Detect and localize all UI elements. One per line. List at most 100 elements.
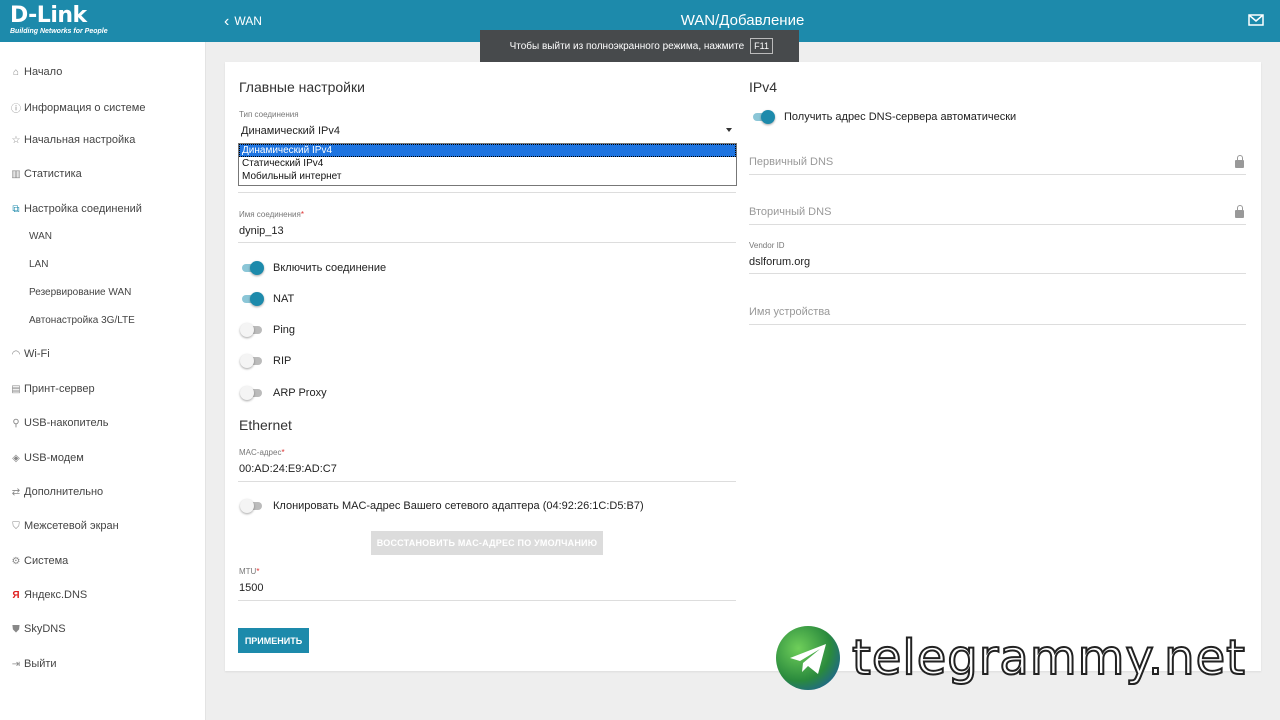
apply-button[interactable]: ПРИМЕНИТЬ [238,628,309,653]
device-name-input[interactable]: Имя устройства [749,306,830,318]
ping-label: Ping [273,324,296,336]
firewall-icon: ⛉ [12,520,20,532]
mac-label-text: MAC-адрес [239,448,282,457]
sidebar-item-usb-modem[interactable]: ◈ USB-модем [10,452,84,464]
enable-connection-toggle[interactable] [240,261,264,275]
conn-type-dropdown: Динамический IPv4 Статический IPv4 Мобил… [238,143,737,186]
enable-connection-label: Включить соединение [273,262,387,274]
sidebar-item-label: Статистика [24,168,82,180]
mac-input[interactable]: 00:AD:24:E9:AD:C7 [239,463,337,475]
conn-name-label-text: Имя соединения [239,210,301,219]
wifi-icon: ◠ [11,348,21,360]
conn-name-input[interactable]: dynip_13 [239,225,284,237]
divider [749,174,1246,175]
sidebar-item-initial-setup[interactable]: ☆ Начальная настройка [10,134,136,146]
secondary-dns-input[interactable]: Вторичный DNS [749,206,831,218]
sidebar-item-yandex-dns[interactable]: Я Яндекс.DNS [10,589,87,601]
sidebar-item-firewall[interactable]: ⛉ Межсетевой экран [10,520,119,532]
info-icon: ⓘ [11,104,21,115]
usb-icon: ⚲ [12,417,20,429]
sidebar-item-system[interactable]: ⚙ Система [10,555,69,567]
sidebar-subitem-lan[interactable]: LAN [29,259,48,270]
divider [749,324,1246,325]
mail-icon[interactable] [1248,13,1264,31]
nat-toggle[interactable] [240,292,264,306]
vendor-id-label: Vendor ID [749,241,785,250]
conn-name-label: Имя соединения* [239,210,304,219]
sidebar-item-label: Информация о системе [24,101,146,114]
sidebar-item-usb-storage[interactable]: ⚲ USB-накопитель [10,417,108,429]
skydns-icon: ⛊ [12,623,20,635]
clone-mac-toggle[interactable] [240,499,264,513]
sidebar-item-wifi[interactable]: ◠ Wi-Fi [10,348,50,360]
sidebar-subitem-wan-backup[interactable]: Резервирование WAN [29,287,131,298]
divider [749,273,1246,274]
sidebar-item-label: USB-модем [24,452,84,464]
rip-toggle[interactable] [240,354,264,368]
sidebar-item-connections[interactable]: ⧉ Настройка соединений [10,203,142,215]
wizard-icon: ☆ [11,134,21,146]
sidebar-item-label: SkyDNS [24,623,66,635]
sidebar-item-label: Межсетевой экран [24,520,119,532]
dns-auto-toggle[interactable] [751,110,775,124]
sidebar-item-label: Настройка соединений [24,203,142,215]
sidebar-item-label: Принт-сервер [24,383,95,395]
nat-label: NAT [273,293,295,305]
primary-dns-input[interactable]: Первичный DNS [749,156,833,168]
mtu-input[interactable]: 1500 [239,582,263,594]
sidebar-item-print-server[interactable]: ▤ Принт-сервер [10,383,95,395]
sidebar-subitem-wan[interactable]: WAN [29,231,52,242]
sidebar: ⌂ Начало ⓘ Информация о системе ☆ Начальная… [0,42,206,720]
fullscreen-notice: Чтобы выйти из полноэкранного режима, на… [480,30,799,62]
f11-key: F11 [750,38,773,54]
mac-label: MAC-адрес* [239,448,285,457]
mtu-label: MTU* [239,567,260,576]
printer-icon: ▤ [11,383,21,395]
sidebar-item-label: Начало [24,66,63,78]
sidebar-item-statistics[interactable]: ▥ Статистика [10,168,82,180]
mtu-label-text: MTU [239,567,257,576]
divider [238,192,736,193]
lock-icon [1235,155,1244,168]
divider [238,600,736,601]
connections-icon: ⧉ [12,203,20,215]
dns-auto-label: Получить адрес DNS-сервера автоматически [784,111,1017,123]
conn-type-option[interactable]: Мобильный интернет [239,170,736,183]
sidebar-item-advanced[interactable]: ⇄ Дополнительно [10,486,103,498]
conn-type-label: Тип соединения [239,110,299,119]
ethernet-title: Ethernet [239,417,292,433]
stats-icon: ▥ [11,168,21,180]
watermark: telegrammy.net [776,626,1266,694]
sidebar-item-home[interactable]: ⌂ Начало [10,66,62,78]
arp-proxy-label: ARP Proxy [273,387,327,399]
conn-type-option[interactable]: Динамический IPv4 [239,144,736,157]
telegram-logo-icon [776,626,840,690]
sidebar-item-skydns[interactable]: ⛊ SkyDNS [10,623,66,635]
sidebar-item-logout[interactable]: ⇥ Выйти [10,658,57,670]
advanced-icon: ⇄ [11,486,21,498]
divider [749,224,1246,225]
sidebar-subitem-3g-lte[interactable]: Автонастройка 3G/LTE [29,315,135,326]
sidebar-item-label: Дополнительно [24,486,104,498]
main-settings-title: Главные настройки [239,79,365,95]
fullscreen-notice-text: Чтобы выйти из полноэкранного режима, на… [509,40,745,52]
sidebar-item-label: Начальная настройка [24,134,136,146]
conn-type-value: Динамический IPv4 [241,125,341,137]
rip-label: RIP [273,355,292,367]
vendor-id-input[interactable]: dslforum.org [749,256,810,268]
restore-mac-button[interactable]: ВОССТАНОВИТЬ MAC-АДРЕС ПО УМОЛЧАНИЮ [371,531,603,555]
ipv4-title: IPv4 [749,79,778,95]
page-title: WAN/Добавление [680,12,805,29]
watermark-text: telegrammy.net [851,629,1246,687]
ping-toggle[interactable] [240,323,264,337]
sidebar-item-label: Яндекс.DNS [24,589,88,601]
sidebar-item-label: Выйти [24,658,57,670]
modem-icon: ◈ [12,452,20,464]
logout-icon: ⇥ [11,658,21,670]
conn-type-select[interactable]: Динамический IPv4 [238,120,736,142]
system-icon: ⚙ [11,555,21,567]
arp-proxy-toggle[interactable] [240,386,264,400]
sidebar-item-system-info[interactable]: ⓘ Информация о системе [10,100,146,116]
sidebar-item-label: Система [24,555,69,567]
conn-type-option[interactable]: Статический IPv4 [239,157,736,170]
